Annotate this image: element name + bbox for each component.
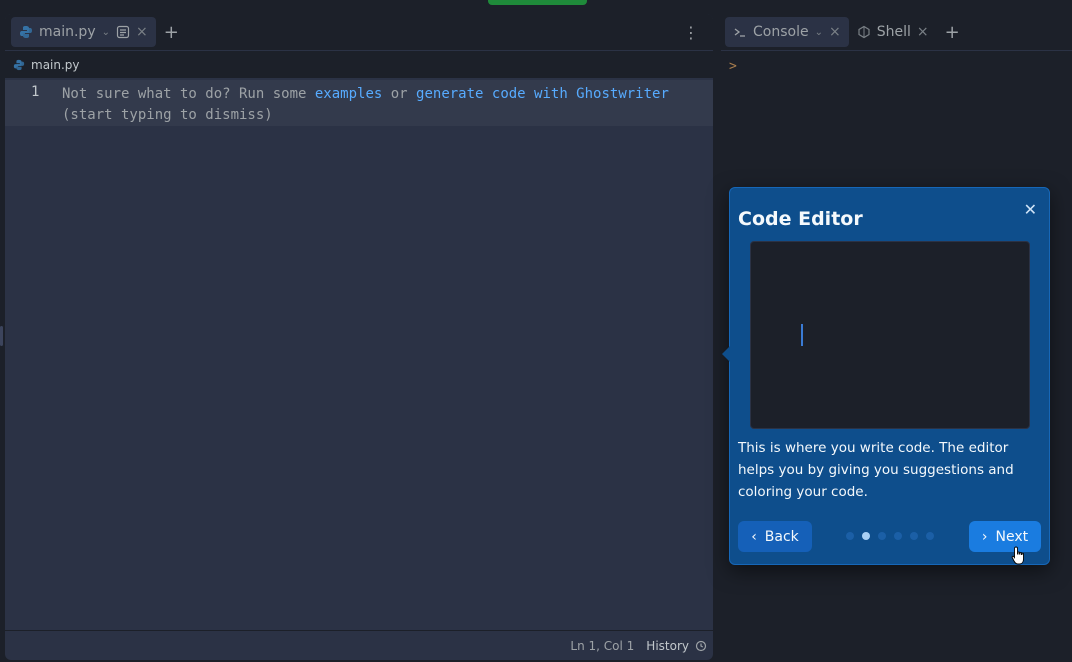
step-dot[interactable] <box>910 532 918 540</box>
text-cursor <box>801 324 803 346</box>
tour-popup: Code Editor ✕ This is where you write co… <box>722 187 1050 565</box>
new-tab-button[interactable]: + <box>156 22 187 43</box>
tour-title: Code Editor <box>738 208 863 230</box>
tab-shell[interactable]: Shell × <box>849 17 937 47</box>
new-tab-button[interactable]: + <box>937 22 968 43</box>
chevron-down-icon[interactable]: ⌄ <box>815 27 823 38</box>
history-button[interactable]: History <box>646 639 707 653</box>
breadcrumb: main.py <box>5 50 713 78</box>
history-icon <box>695 640 707 651</box>
tour-preview <box>750 241 1030 429</box>
close-tab-icon[interactable]: × <box>829 24 841 40</box>
hint-dismiss: (start typing to dismiss) <box>62 107 273 123</box>
chevron-down-icon[interactable]: ⌄ <box>102 27 110 38</box>
step-dot[interactable] <box>926 532 934 540</box>
python-icon <box>13 59 25 70</box>
step-dot[interactable] <box>846 532 854 540</box>
editor-tabbar: main.py ⌄ × + ⋮ <box>5 14 713 50</box>
chevron-left-icon: ‹ <box>751 528 757 545</box>
close-tab-icon[interactable]: × <box>917 24 929 40</box>
breadcrumb-file[interactable]: main.py <box>31 58 80 72</box>
console-prompt: > <box>729 59 737 74</box>
tab-main-py[interactable]: main.py ⌄ × <box>11 17 156 47</box>
chevron-right-icon: › <box>981 528 988 545</box>
step-dot[interactable] <box>862 532 870 540</box>
tab-console[interactable]: Console ⌄ × <box>725 17 849 47</box>
line-number: 1 <box>31 84 40 100</box>
python-icon <box>20 26 32 38</box>
history-label: History <box>646 638 689 653</box>
editor-hint: Not sure what to do? Run some examples o… <box>62 84 669 126</box>
tab-label: main.py <box>39 24 96 40</box>
markdown-preview-icon[interactable] <box>116 25 130 39</box>
back-label: Back <box>764 528 799 545</box>
cursor-position[interactable]: Ln 1, Col 1 <box>570 639 634 653</box>
next-button[interactable]: › Next <box>969 521 1041 552</box>
hint-mid: or <box>382 86 417 102</box>
ghostwriter-link[interactable]: generate code with Ghostwriter <box>416 86 669 102</box>
tab-label: Console <box>753 24 809 40</box>
step-indicator <box>846 532 934 540</box>
step-dot[interactable] <box>878 532 886 540</box>
tab-label: Shell <box>876 24 911 40</box>
shell-icon <box>858 25 870 39</box>
more-options-icon[interactable]: ⋮ <box>675 23 707 42</box>
pointer-hand-icon <box>1011 546 1024 565</box>
step-dot[interactable] <box>894 532 902 540</box>
close-tab-icon[interactable]: × <box>136 24 148 40</box>
editor-pane: main.py ⌄ × + ⋮ main.py 1 Not sure what … <box>5 14 713 660</box>
code-editor[interactable]: 1 Not sure what to do? Run some examples… <box>5 80 713 126</box>
pane-resize-handle[interactable] <box>0 326 3 346</box>
run-indicator <box>488 0 587 5</box>
console-tabbar: Console ⌄ × Shell × + <box>721 14 1072 50</box>
tour-pointer <box>722 346 730 362</box>
back-button[interactable]: ‹ Back <box>738 521 812 552</box>
terminal-icon <box>734 28 745 37</box>
next-label: Next <box>995 528 1029 545</box>
close-icon[interactable]: ✕ <box>1024 200 1037 219</box>
hint-prefix: Not sure what to do? Run some <box>62 86 315 102</box>
status-bar: Ln 1, Col 1 History <box>5 630 713 660</box>
examples-link[interactable]: examples <box>315 86 382 102</box>
tour-description: This is where you write code. The editor… <box>738 440 1014 500</box>
